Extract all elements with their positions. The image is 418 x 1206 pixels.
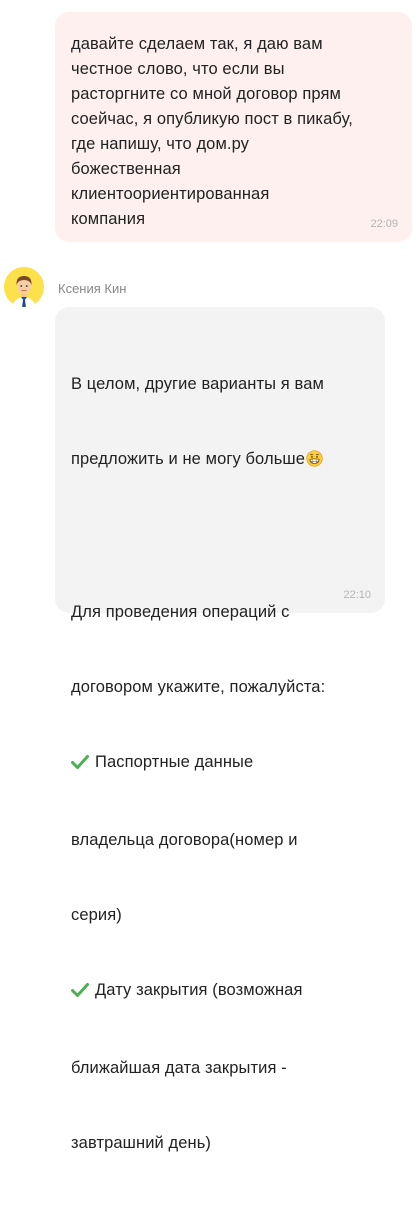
message-timestamp: 22:10 bbox=[343, 589, 371, 601]
incoming-message-text: В целом, другие варианты я вам предложит… bbox=[71, 322, 369, 1206]
sender-name: Ксения Кин bbox=[58, 281, 127, 296]
message-line: В целом, другие варианты я вам bbox=[71, 375, 324, 393]
message-line: договором укажите, пожалуйста: bbox=[71, 678, 326, 696]
message-timestamp: 22:09 bbox=[370, 218, 398, 230]
avatar[interactable] bbox=[4, 267, 44, 307]
check-mark-icon bbox=[71, 981, 89, 1006]
message-line: Для проведения операций с bbox=[71, 603, 290, 621]
message-line-with-check: Дату закрытия (возможная bbox=[71, 978, 369, 1006]
message-line-with-check: Паспортные данные bbox=[71, 750, 369, 778]
outgoing-message-text: давайте сделаем так, я даю вам честное с… bbox=[71, 35, 353, 228]
operator-avatar-icon bbox=[4, 267, 44, 307]
incoming-message-bubble[interactable]: В целом, другие варианты я вам предложит… bbox=[55, 307, 385, 1152]
check-mark-icon bbox=[71, 753, 89, 778]
message-line: ближайшая дата закрытия - bbox=[71, 1059, 287, 1077]
message-line: завтрашний день) bbox=[71, 1134, 212, 1152]
outgoing-message-bubble[interactable]: давайте сделаем так, я даю вам честное с… bbox=[55, 12, 412, 242]
message-line-text: Дату закрытия (возможная bbox=[95, 981, 303, 999]
message-line-with-emoji: предложить и не могу больше bbox=[71, 447, 369, 475]
message-line: серия) bbox=[71, 906, 122, 924]
message-line-empty bbox=[71, 525, 369, 550]
grinning-face-icon bbox=[306, 450, 323, 475]
message-line-text: Паспортные данные bbox=[95, 753, 254, 771]
message-line: владельца договора(номер и bbox=[71, 831, 298, 849]
message-line-text: предложить и не могу больше bbox=[71, 450, 305, 468]
